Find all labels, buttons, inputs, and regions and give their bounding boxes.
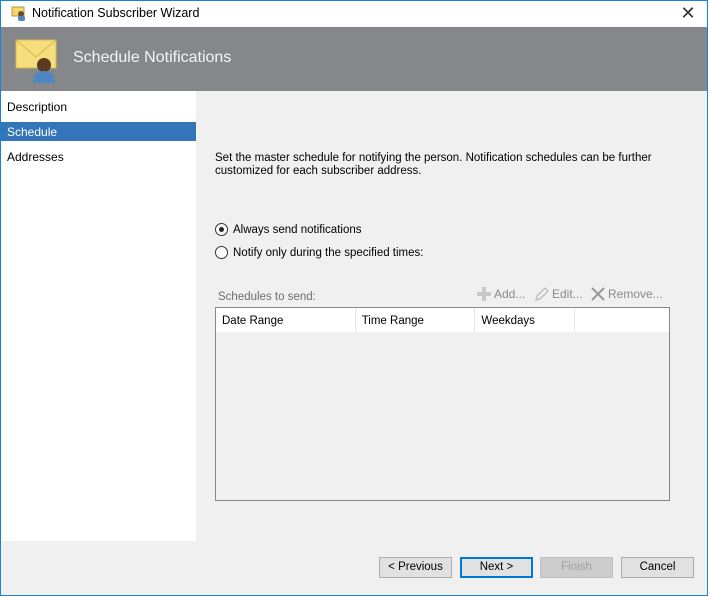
notification-subscriber-icon — [15, 39, 57, 83]
column-date-range[interactable]: Date Range — [216, 308, 356, 332]
radio-indicator[interactable] — [215, 246, 228, 259]
window-title: Notification Subscriber Wizard — [32, 6, 200, 20]
finish-button: Finish — [540, 557, 613, 578]
page-title: Schedule Notifications — [73, 49, 232, 66]
column-time-range[interactable]: Time Range — [356, 308, 476, 332]
plus-icon — [477, 287, 491, 301]
instructions: Set the master schedule for notifying th… — [215, 152, 652, 177]
title-bar: Notification Subscriber Wizard ✕ — [1, 1, 707, 27]
wizard-header: Schedule Notifications — [1, 27, 707, 91]
schedules-table[interactable]: Date Range Time Range Weekdays — [215, 307, 670, 501]
pencil-icon — [535, 287, 549, 301]
remove-label: Remove... — [608, 287, 663, 301]
wizard-steps: Description Schedule Addresses — [1, 91, 196, 541]
radio-always-send[interactable]: Always send notifications — [215, 223, 361, 236]
column-empty — [575, 308, 669, 332]
x-icon — [591, 287, 605, 301]
add-label: Add... — [494, 287, 526, 301]
column-weekdays[interactable]: Weekdays — [475, 308, 576, 332]
next-button[interactable]: Next > — [460, 557, 533, 578]
cancel-button[interactable]: Cancel — [621, 557, 694, 578]
table-header: Date Range Time Range Weekdays — [216, 308, 669, 332]
add-button[interactable]: Add... — [476, 286, 525, 302]
edit-label: Edit... — [552, 287, 583, 301]
radio-specified-times[interactable]: Notify only during the specified times: — [215, 246, 423, 259]
app-icon — [11, 6, 25, 21]
schedules-label: Schedules to send: — [218, 291, 316, 303]
radio-indicator[interactable] — [215, 223, 228, 236]
close-button[interactable]: ✕ — [677, 3, 699, 25]
wizard-window: Notification Subscriber Wizard ✕ Schedul… — [0, 0, 708, 596]
step-description[interactable]: Description — [1, 97, 196, 116]
radio-label: Always send notifications — [233, 223, 362, 236]
step-addresses[interactable]: Addresses — [1, 147, 196, 166]
previous-button[interactable]: < Previous — [379, 557, 452, 578]
edit-button[interactable]: Edit... — [534, 286, 583, 302]
radio-label: Notify only during the specified times: — [233, 246, 424, 259]
step-schedule[interactable]: Schedule — [1, 122, 196, 141]
remove-button[interactable]: Remove... — [590, 286, 663, 302]
